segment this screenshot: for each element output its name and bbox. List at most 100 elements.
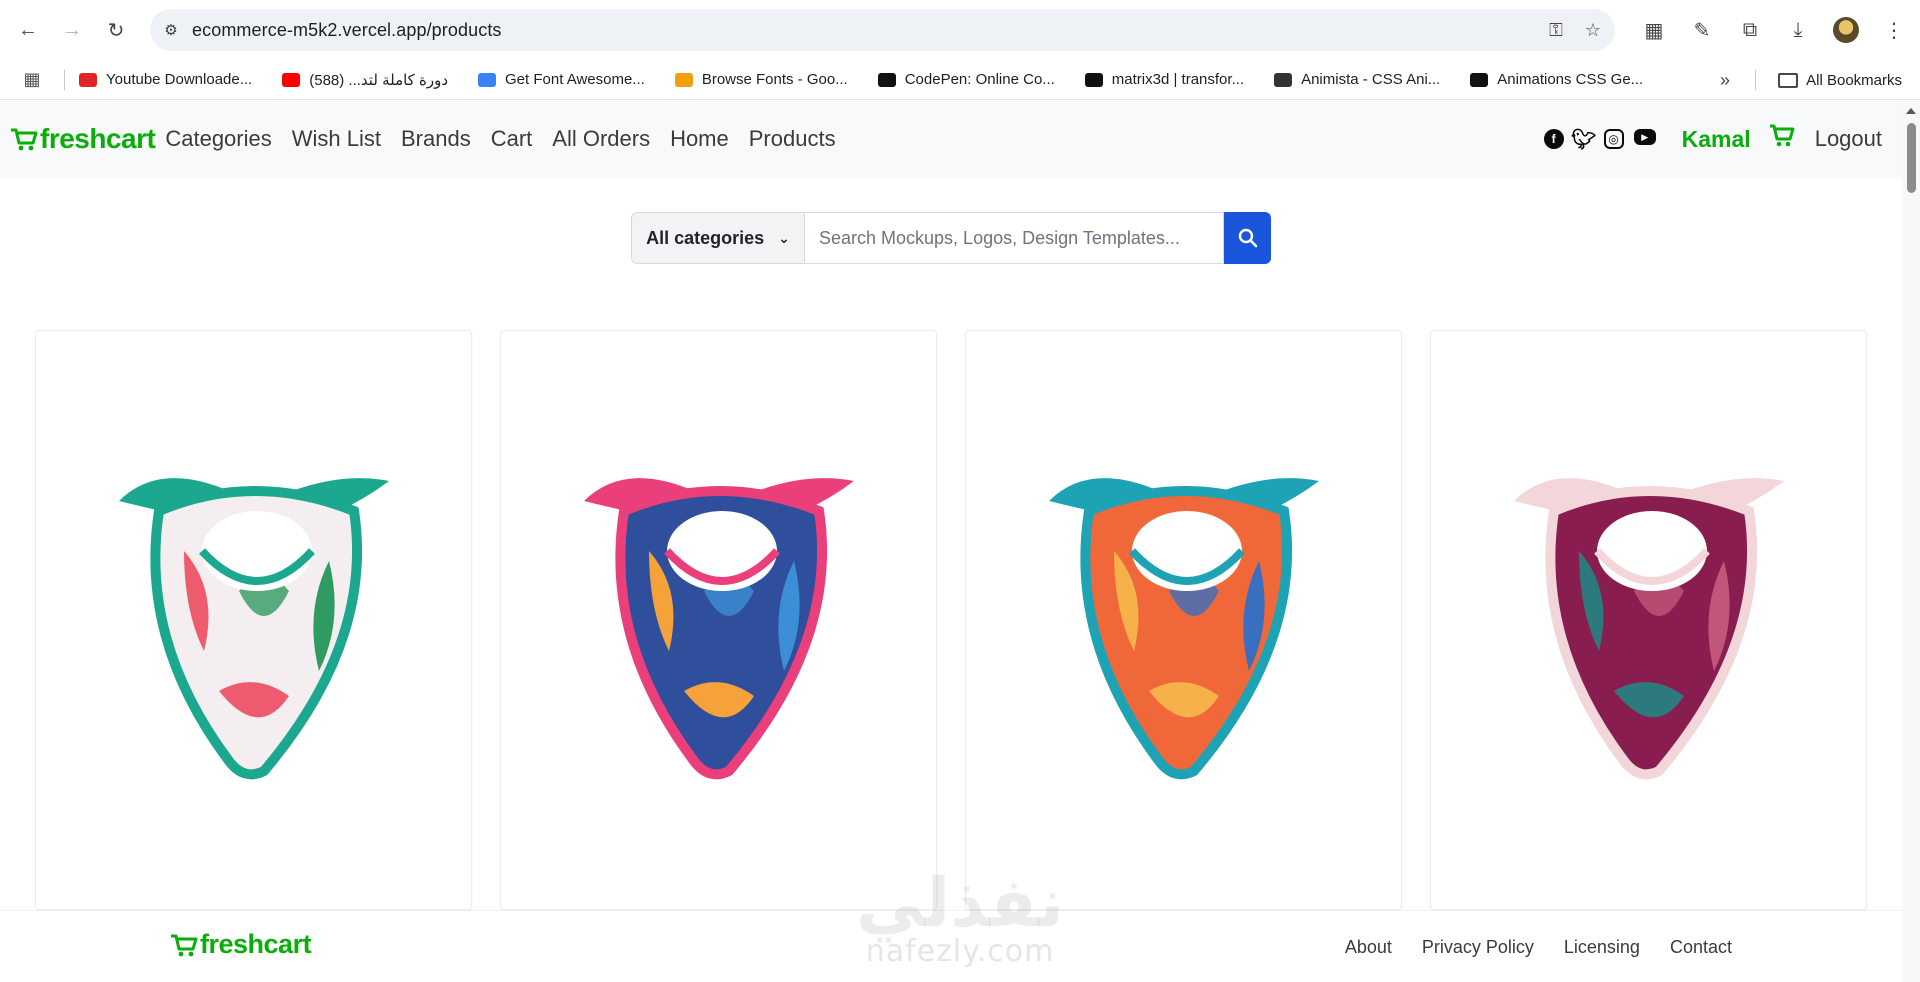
apps-grid-icon[interactable]: ▦: [0, 69, 64, 90]
bookmark-favicon-icon: [1274, 72, 1293, 87]
instagram-icon[interactable]: ◎: [1603, 129, 1624, 149]
browser-toolbar: ← → ↻ ⚙ ecommerce-m5k2.vercel.app/produc…: [0, 0, 1920, 60]
folder-icon: [1778, 72, 1799, 88]
bookmarks-separator: [1755, 70, 1756, 90]
download-icon[interactable]: ⤓: [1782, 14, 1814, 46]
bookmark-item[interactable]: Animista - CSS Ani...: [1274, 71, 1440, 88]
product-image: [118, 478, 389, 780]
cart-logo-icon: [11, 128, 38, 151]
scroll-thumb[interactable]: [1907, 123, 1916, 193]
reload-icon[interactable]: ↻: [100, 14, 132, 46]
twitter-icon[interactable]: 🐦︎: [1571, 129, 1596, 151]
nav-link-brands[interactable]: Brands: [401, 126, 471, 152]
nav-link-products[interactable]: Products: [749, 126, 836, 152]
category-dropdown[interactable]: All categories ⌄: [631, 212, 804, 264]
extension-puzzle-icon[interactable]: ▦: [1638, 14, 1670, 46]
search-bar: All categories ⌄ Search Mockups, Logos, …: [631, 212, 1271, 264]
url-text[interactable]: ecommerce-m5k2.vercel.app/products: [192, 20, 502, 41]
bookmark-label: CodePen: Online Co...: [904, 71, 1055, 88]
bookmark-favicon-icon: [877, 72, 896, 87]
product-image: [1048, 478, 1319, 780]
bookmark-item[interactable]: Animations CSS Ge...: [1470, 71, 1643, 88]
search-button[interactable]: [1224, 212, 1271, 264]
extensions-icon[interactable]: ⧉: [1734, 14, 1766, 46]
brand-name: freshcart: [40, 123, 156, 155]
page-scrollbar[interactable]: [1902, 101, 1920, 982]
product-image: [583, 478, 854, 780]
forward-icon[interactable]: →: [56, 14, 88, 46]
bookmark-star-icon[interactable]: ☆: [1585, 20, 1601, 41]
social-links: f 🐦︎ ◎ ▶: [1543, 129, 1656, 151]
bookmark-label: Youtube Downloade...: [106, 71, 253, 88]
bookmark-item[interactable]: Youtube Downloade...: [79, 71, 252, 88]
footer-brand-main: fresh: [200, 929, 264, 959]
footer-links: About Privacy Policy Licensing Contact: [1345, 937, 1732, 958]
eyedropper-icon[interactable]: ✎: [1686, 14, 1718, 46]
bookmarks-bar: ▦ Youtube Downloade... دورة كاملة لتد... …: [0, 60, 1920, 100]
bookmark-item[interactable]: matrix3d | transfor...: [1084, 71, 1245, 88]
bookmark-item[interactable]: دورة كاملة لتد... (588): [282, 71, 448, 89]
nav-link-all-orders[interactable]: All Orders: [552, 126, 650, 152]
nav-link-categories[interactable]: Categories: [165, 126, 271, 152]
cart-logo-icon: [171, 934, 198, 956]
cart-icon[interactable]: [1769, 124, 1795, 155]
all-bookmarks-button[interactable]: All Bookmarks: [1778, 60, 1902, 100]
footer-link-about[interactable]: About: [1345, 937, 1392, 958]
category-dropdown-label: All categories: [646, 227, 765, 248]
bookmark-label: Get Font Awesome...: [505, 71, 645, 88]
user-name[interactable]: Kamal: [1682, 126, 1751, 153]
bookmark-favicon-icon: [478, 72, 497, 87]
profile-avatar[interactable]: [1830, 14, 1862, 46]
search-input[interactable]: Search Mockups, Logos, Design Templates.…: [804, 212, 1224, 264]
bookmarks-more-icon[interactable]: »: [1720, 60, 1730, 100]
bookmark-label: matrix3d | transfor...: [1111, 71, 1245, 88]
scroll-up-icon[interactable]: [1906, 108, 1916, 114]
brand-name-accent: cart: [105, 123, 156, 154]
nav-link-cart[interactable]: Cart: [491, 126, 533, 152]
footer-link-contact[interactable]: Contact: [1670, 937, 1732, 958]
facebook-icon[interactable]: f: [1543, 129, 1564, 149]
bookmark-item[interactable]: Get Font Awesome...: [478, 71, 645, 88]
product-image: [1513, 478, 1784, 780]
bookmark-favicon-icon: [1470, 72, 1489, 87]
back-icon[interactable]: ←: [12, 14, 44, 46]
bookmark-label: Animista - CSS Ani...: [1301, 71, 1441, 88]
bookmark-item[interactable]: CodePen: Online Co...: [877, 71, 1055, 88]
footer-brand-name: freshcart: [200, 929, 312, 960]
password-key-icon[interactable]: ⚿: [1549, 20, 1563, 41]
chevron-down-icon: ⌄: [778, 229, 790, 246]
product-card[interactable]: [1430, 330, 1867, 910]
address-bar[interactable]: ⚙ ecommerce-m5k2.vercel.app/products ⚿ ☆: [150, 9, 1615, 51]
bookmark-favicon-icon: [282, 72, 301, 87]
brand-logo[interactable]: freshcart: [10, 123, 156, 155]
bookmark-favicon-icon: [674, 72, 693, 87]
bookmark-favicon-icon: [1084, 72, 1103, 87]
search-icon: [1238, 228, 1257, 248]
product-card[interactable]: [500, 330, 937, 910]
bookmark-label: Animations CSS Ge...: [1497, 71, 1644, 88]
bookmark-label: دورة كاملة لتد... (588): [309, 71, 449, 89]
all-bookmarks-label: All Bookmarks: [1806, 71, 1902, 89]
footer-link-licensing[interactable]: Licensing: [1564, 937, 1640, 958]
bookmark-list: Youtube Downloade... دورة كاملة لتد... (5…: [79, 71, 1673, 89]
footer-brand-logo[interactable]: freshcart: [170, 929, 312, 960]
nav-link-wish-list[interactable]: Wish List: [292, 126, 381, 152]
search-placeholder: Search Mockups, Logos, Design Templates.…: [819, 227, 1180, 248]
bookmark-item[interactable]: Browse Fonts - Goo...: [674, 71, 848, 88]
site-info-icon[interactable]: ⚙: [150, 9, 192, 51]
site-navbar: freshcart Categories Wish List Brands Cart A…: [0, 101, 1902, 177]
bookmark-favicon-icon: [79, 72, 97, 87]
product-card[interactable]: [965, 330, 1402, 910]
bookmarks-separator: [64, 69, 65, 90]
product-card[interactable]: [35, 330, 472, 910]
logout-link[interactable]: Logout: [1815, 126, 1882, 152]
bookmark-label: Browse Fonts - Goo...: [701, 71, 848, 88]
nav-links: Categories Wish List Brands Cart All Orders H…: [165, 126, 835, 152]
youtube-icon[interactable]: ▶: [1633, 129, 1656, 145]
nav-link-home[interactable]: Home: [670, 126, 729, 152]
menu-dots-icon[interactable]: ⋮: [1878, 14, 1910, 46]
footer-link-privacy-policy[interactable]: Privacy Policy: [1422, 937, 1534, 958]
brand-name-main: fresh: [40, 123, 106, 154]
site-footer: freshcart About Privacy Policy Licensing Co…: [0, 910, 1902, 982]
footer-brand-accent: cart: [263, 929, 312, 959]
